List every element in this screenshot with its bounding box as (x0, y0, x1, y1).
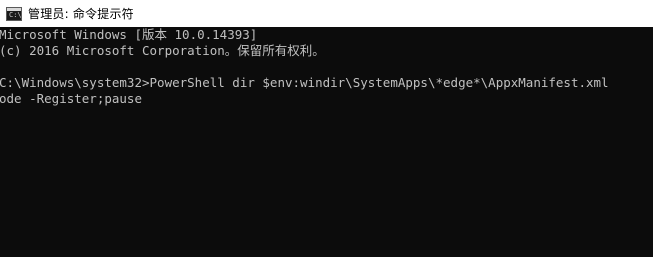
console-line-copyright: (c) 2016 Microsoft Corporation。保留所有权利。 (0, 43, 325, 58)
cmd-icon-glyph: C:\ (9, 10, 22, 19)
console-output-area[interactable]: Microsoft Windows [版本 10.0.14393] (c) 20… (0, 27, 653, 257)
window-title: 管理员: 命令提示符 (28, 7, 134, 21)
title-bar: C:\ 管理员: 命令提示符 (0, 0, 653, 27)
console-line-command-continued: ode -Register;pause (0, 91, 142, 106)
console-line-command: C:\Windows\system32>PowerShell dir $env:… (0, 75, 609, 90)
console-line-version: Microsoft Windows [版本 10.0.14393] (0, 27, 258, 42)
cmd-icon: C:\ (6, 6, 22, 21)
